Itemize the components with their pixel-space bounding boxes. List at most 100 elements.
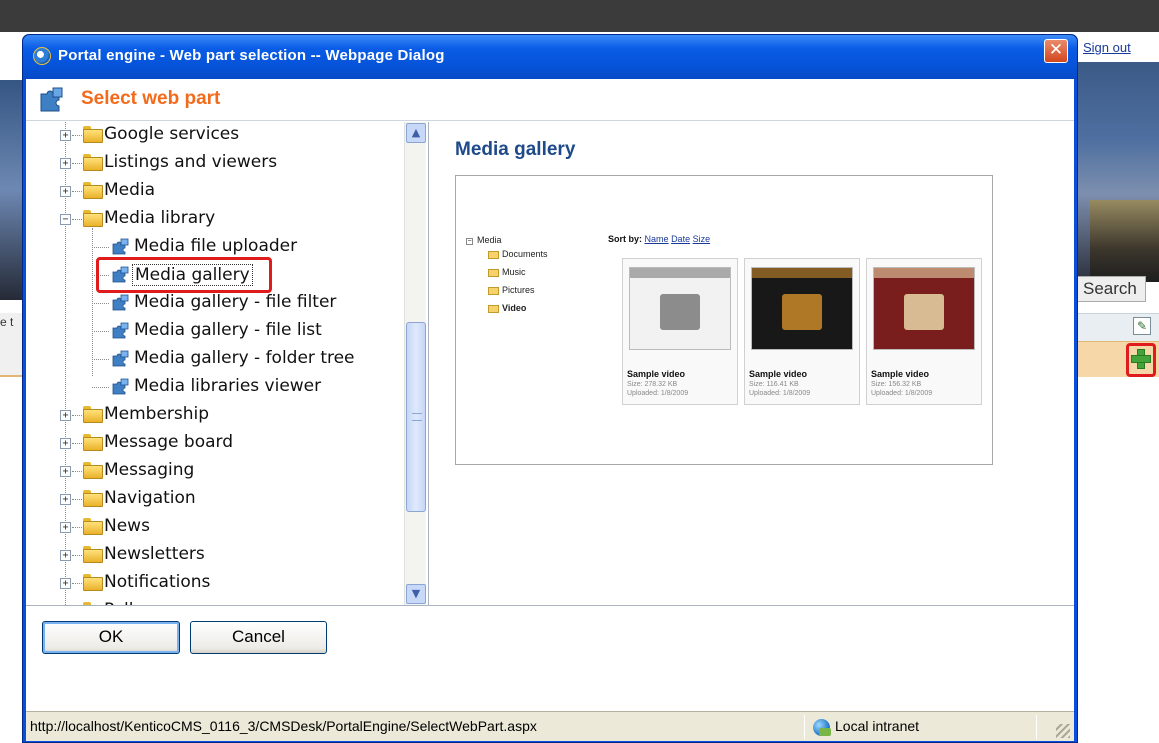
expand-icon[interactable]: + (60, 494, 71, 505)
dialog-client-area: Select web part ▲ ▼ + Google services + Lis… (26, 79, 1074, 741)
tree-webpart[interactable]: Media file uploader (26, 236, 402, 258)
tree-category[interactable]: + Google services (26, 124, 402, 146)
tree-guide-line (92, 359, 109, 360)
scroll-grip-icon (412, 413, 422, 421)
tree-item-label: Notifications (104, 572, 211, 592)
tree-webpart[interactable]: Media libraries viewer (26, 376, 402, 398)
preview-video-uploaded: Uploaded: 1/8/2009 (749, 390, 811, 397)
tree-webpart[interactable]: Media gallery (26, 257, 402, 293)
preview-thumbnail (873, 267, 975, 350)
preview-sort-bar: Sort by: Name Date Size (608, 234, 710, 244)
tree-guide-line (92, 331, 109, 332)
expand-icon[interactable]: + (60, 522, 71, 533)
tree-category[interactable]: + Messaging (26, 460, 402, 482)
intranet-zone-icon (813, 719, 831, 736)
scroll-up-icon[interactable]: ▲ (406, 123, 426, 143)
tree-category[interactable]: + Newsletters (26, 544, 402, 566)
scroll-thumb[interactable] (406, 322, 426, 512)
webpart-title: Media gallery (455, 139, 576, 160)
folder-icon (83, 210, 103, 227)
scroll-down-icon[interactable]: ▼ (406, 584, 426, 604)
folder-icon (83, 462, 103, 479)
sign-out-link[interactable]: Sign out (1083, 40, 1131, 55)
preview-sort-label: Sort by: (608, 234, 643, 244)
folder-icon (83, 574, 103, 591)
preview-video-size: Size: 156.32 KB (871, 381, 922, 388)
tree-item-label: Media library (104, 208, 216, 228)
tree-item-label: Media (104, 180, 156, 200)
tree-item-label: Media file uploader (134, 236, 298, 256)
expand-icon[interactable]: + (60, 438, 71, 449)
tree-guide-line (72, 443, 82, 444)
ok-button[interactable]: OK (42, 621, 180, 654)
cancel-button[interactable]: Cancel (190, 621, 327, 654)
add-webpart-icon[interactable] (1131, 349, 1151, 369)
preview-tree-folder: Music (488, 267, 526, 277)
webpart-preview-image: − Media Documents Music Pictures Video Sort b… (455, 175, 993, 465)
tree-item-label: Media libraries viewer (134, 376, 322, 396)
background-search-button[interactable]: Search (1076, 276, 1146, 302)
status-bar: http://localhost/KenticoCMS_0116_3/CMSDe… (26, 711, 1074, 741)
preview-tree-root-label: Media (477, 235, 502, 245)
resize-grip-icon[interactable] (1056, 724, 1070, 738)
tree-webpart[interactable]: Media gallery - folder tree (26, 348, 402, 370)
background-page-top (0, 0, 1159, 32)
expand-icon[interactable]: + (60, 578, 71, 589)
expand-icon[interactable]: + (60, 130, 71, 141)
tree-category[interactable]: + Membership (26, 404, 402, 426)
tree-webpart[interactable]: Media gallery - file list (26, 320, 402, 342)
preview-video-card: Sample video Size: 156.32 KB Uploaded: 1/8… (866, 258, 982, 405)
tree-guide-line (72, 191, 82, 192)
webpage-dialog: Portal engine - Web part selection -- We… (22, 34, 1078, 743)
preview-tree-folder-label: Documents (502, 249, 548, 259)
tree-category[interactable]: + Message board (26, 432, 402, 454)
selected-highlight (96, 257, 272, 293)
preview-sort-name: Name (644, 234, 669, 244)
expand-icon[interactable]: + (60, 550, 71, 561)
status-divider (804, 715, 805, 739)
tree-item-label: Newsletters (104, 544, 205, 564)
expand-icon[interactable]: + (60, 410, 71, 421)
tree-guide-line (72, 219, 82, 220)
tree-guide-line (72, 499, 82, 500)
preview-tree-root: − Media (466, 235, 502, 245)
preview-video-card: Sample video Size: 278.32 KB Uploaded: 1/8… (622, 258, 738, 405)
expand-icon[interactable]: + (60, 186, 71, 197)
background-city-image (1090, 200, 1159, 282)
folder-icon (83, 518, 103, 535)
tree-item-label: Message board (104, 432, 234, 452)
tree-category[interactable]: + Listings and viewers (26, 152, 402, 174)
dialog-title: Portal engine - Web part selection -- We… (58, 47, 445, 64)
preview-video-card: Sample video Size: 116.41 KB Uploaded: 1/8… (744, 258, 860, 405)
background-left-image (0, 80, 22, 300)
webpart-icon (112, 238, 130, 255)
tree-category[interactable]: + Notifications (26, 572, 402, 594)
preview-thumbnail (629, 267, 731, 350)
tree-guide-line (92, 247, 109, 248)
tree-category[interactable]: + Navigation (26, 488, 402, 510)
folder-icon (83, 406, 103, 423)
preview-video-uploaded: Uploaded: 1/8/2009 (871, 390, 933, 397)
tree-guide-line (92, 387, 109, 388)
webpart-icon (112, 350, 130, 367)
collapse-icon[interactable]: − (60, 214, 71, 225)
webpart-icon (112, 322, 130, 339)
tree-category[interactable]: + Media (26, 180, 402, 202)
dialog-button-row: OK Cancel (26, 605, 1074, 695)
tree-category[interactable]: − Media library (26, 208, 402, 230)
status-divider (1036, 715, 1037, 739)
page-title: Select web part (81, 88, 221, 109)
expand-icon[interactable]: + (60, 466, 71, 477)
folder-icon (83, 154, 103, 171)
tree-scrollbar[interactable]: ▲ ▼ (404, 122, 426, 605)
tree-category[interactable]: + News (26, 516, 402, 538)
edit-icon[interactable]: ✎ (1133, 317, 1151, 335)
tree-guide-line (72, 135, 82, 136)
tree-item-label: Listings and viewers (104, 152, 278, 172)
dialog-titlebar[interactable]: Portal engine - Web part selection -- We… (23, 35, 1077, 79)
expand-icon[interactable]: + (60, 158, 71, 169)
tree-item-label: News (104, 516, 150, 536)
tree-webpart[interactable]: Media gallery - file filter (26, 292, 402, 314)
tree-guide-line (72, 415, 82, 416)
close-button[interactable]: ✕ (1044, 39, 1068, 63)
